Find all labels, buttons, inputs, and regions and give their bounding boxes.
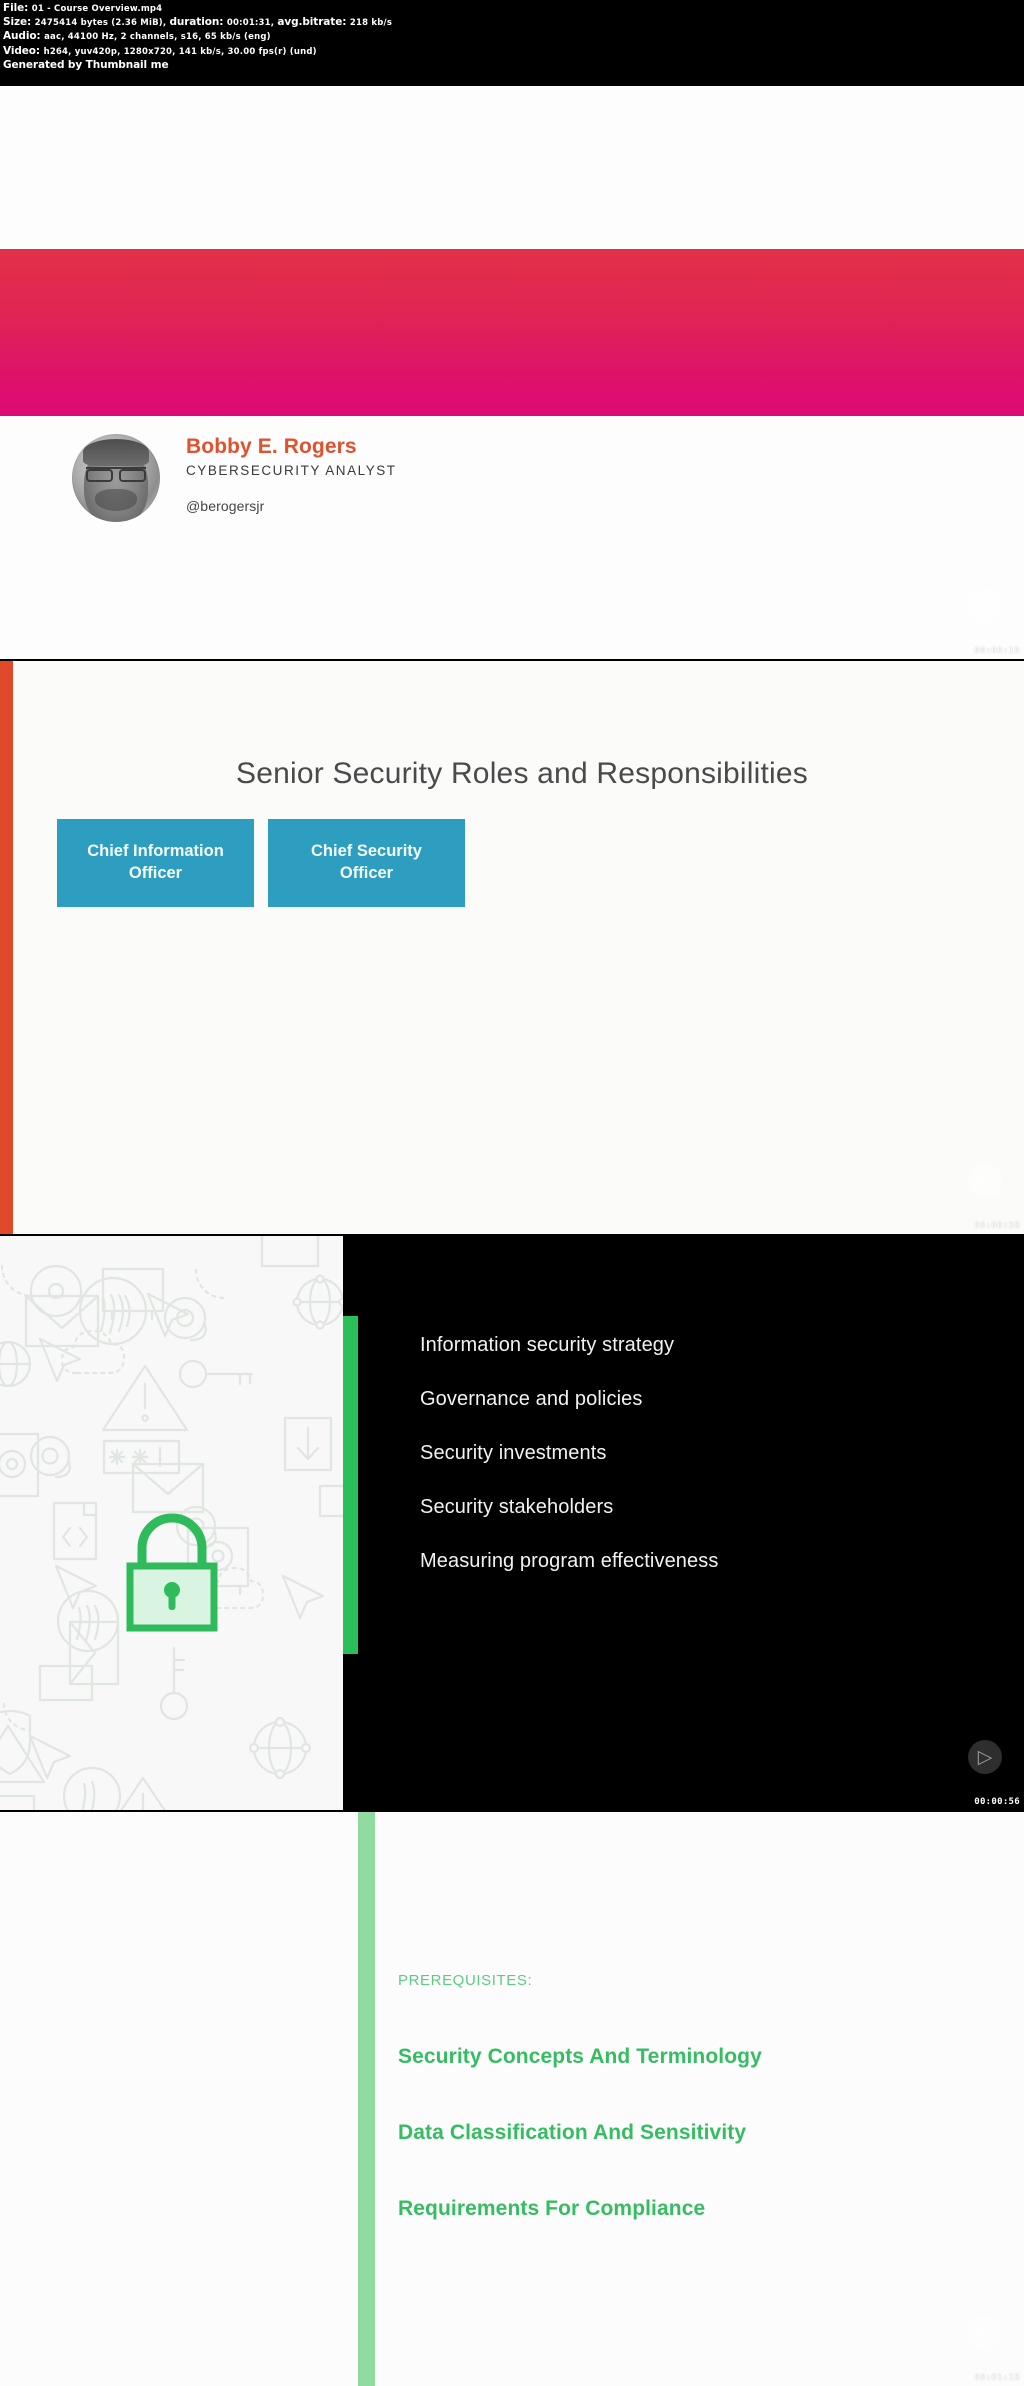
slide-title-card: Bobby E. Rogers CYBERSECURITY ANALYST @b…: [0, 86, 1024, 659]
code-file-icon: [52, 1501, 98, 1561]
list-item: Information security strategy: [420, 1334, 675, 1356]
size-value: 2475414 bytes (2.36 MiB),: [34, 18, 170, 29]
list-item: Data Classification And Sensitivity: [398, 2121, 747, 2145]
at-sign-icon: [163, 1296, 207, 1342]
slide-prerequisites: PREREQUISITES: Security Concepts And Ter…: [0, 1812, 1024, 2386]
metadata-line-audio: Audio: aac, 44100 Hz, 2 channels, s16, 6…: [3, 30, 1024, 44]
thumbnail-grid: Bobby E. Rogers CYBERSECURITY ANALYST @b…: [0, 84, 1024, 2386]
envelope-icon: [68, 1620, 120, 1686]
author-role: CYBERSECURITY ANALYST: [186, 463, 397, 479]
thumbnail-sheet: File: 01 - Course Overview.mp4 Size: 247…: [0, 0, 1024, 2386]
metadata-line-size: Size: 2475414 bytes (2.36 MiB), duration…: [3, 16, 1024, 30]
file-label: File:: [3, 2, 29, 14]
prerequisites-list: Security Concepts And Terminology Data C…: [398, 2044, 762, 2222]
disc-icon: [29, 1264, 83, 1318]
role-card-cio: Chief Information Officer: [57, 819, 254, 907]
author-name: Bobby E. Rogers: [186, 435, 357, 458]
slide-cio-duties: Information security strategy Governance…: [0, 1236, 1024, 1810]
safe-icon: [101, 1267, 165, 1321]
fingerprint-icon: [62, 1766, 122, 1810]
thumbnail-1[interactable]: Bobby E. Rogers CYBERSECURITY ANALYST @b…: [0, 84, 1024, 659]
list-item: Security investments: [420, 1442, 607, 1464]
metadata-line-file: File: 01 - Course Overview.mp4: [3, 2, 1024, 16]
play-button[interactable]: ▷: [968, 1740, 1002, 1774]
slide4-accent-bar: [358, 1812, 375, 2386]
bitrate-label: avg.bitrate:: [277, 16, 347, 29]
list-item: Measuring program effectiveness: [420, 1550, 719, 1572]
padlock-icon: [126, 1513, 218, 1632]
dotted-arc-icon: [0, 1264, 34, 1298]
slide2-accent-bar: [0, 661, 13, 1234]
slide2-title: Senior Security Roles and Responsibiliti…: [235, 757, 808, 790]
play-icon: ▷: [977, 1746, 993, 1768]
video-metadata-header: File: 01 - Course Overview.mp4 Size: 247…: [0, 0, 1024, 84]
password-field-icon: [318, 1484, 343, 1518]
audio-value: aac, 44100 Hz, 2 channels, s16, 65 kb/s …: [44, 32, 271, 43]
globe-icon: [292, 1274, 343, 1330]
cursor-icon: [281, 1574, 325, 1620]
cursor-icon: [54, 1564, 98, 1610]
key-icon: [178, 1359, 254, 1389]
play-button[interactable]: ▷: [968, 2316, 1002, 2350]
avatar: [72, 434, 160, 522]
timestamp: 00:01:15: [974, 2373, 1020, 2383]
play-button[interactable]: ▷: [968, 1164, 1002, 1198]
dotted-arc-icon: [194, 1268, 226, 1300]
slide3-bullet-list: Information security strategy Governance…: [420, 1332, 984, 1574]
file-name: 01 - Course Overview.mp4: [31, 4, 163, 14]
warning-icon: [101, 1364, 189, 1432]
slide2-card-row: Chief Information Officer Chief Security…: [57, 819, 465, 907]
slide3-accent-bar: [343, 1316, 358, 1654]
role-card-cso: Chief Security Officer: [268, 819, 465, 907]
bitrate-value: 218 kb/s: [349, 18, 393, 29]
cursor-icon: [28, 1734, 72, 1780]
author-card: Bobby E. Rogers CYBERSECURITY ANALYST @b…: [72, 434, 397, 522]
thumbnail-4[interactable]: PREREQUISITES: Security Concepts And Ter…: [0, 1810, 1024, 2386]
list-item: Security stakeholders: [420, 1496, 614, 1518]
globe-icon: [248, 1716, 312, 1780]
slide1-top-blank: [0, 86, 1024, 249]
avatar-hair: [82, 439, 150, 466]
envelope-icon: [24, 1294, 100, 1348]
list-item: Requirements For Compliance: [398, 2197, 706, 2221]
slide1-gradient-band: [0, 249, 1024, 416]
play-button[interactable]: ▷: [968, 589, 1002, 623]
network-icon: [0, 1340, 32, 1388]
thumbnail-3[interactable]: Information security strategy Governance…: [0, 1234, 1024, 1810]
prerequisites-label: PREREQUISITES:: [398, 1972, 533, 1989]
timestamp: 00:00:38: [974, 1221, 1020, 1231]
duration-label: duration:: [169, 16, 224, 29]
slide-senior-roles: Senior Security Roles and Responsibiliti…: [0, 661, 1024, 1234]
generator-line: Generated by Thumbnail me: [3, 58, 169, 71]
author-handle: @berogersjr: [186, 497, 265, 514]
timestamp: 00:00:56: [974, 1797, 1020, 1807]
download-icon: [283, 1416, 333, 1472]
avatar-glasses: [86, 466, 146, 483]
timestamp: 00:00:19: [974, 646, 1020, 656]
metadata-line-video: Video: h264, yuv420p, 1280x720, 141 kb/s…: [3, 45, 1024, 59]
author-text: Bobby E. Rogers CYBERSECURITY ANALYST @b…: [186, 434, 397, 514]
list-item: Governance and policies: [420, 1388, 643, 1410]
play-icon: ▷: [977, 595, 993, 617]
duration-value: 00:01:31,: [226, 18, 278, 29]
at-sign-icon: [29, 1435, 71, 1479]
video-value: h264, yuv420p, 1280x720, 141 kb/s, 30.00…: [43, 46, 317, 57]
audio-label: Audio:: [3, 30, 41, 43]
safe-icon: [0, 1794, 36, 1810]
play-icon: ▷: [977, 1170, 993, 1192]
security-icon-pattern: [0, 1236, 343, 1810]
key-icon: [159, 1646, 189, 1721]
size-label: Size:: [3, 16, 32, 29]
thumbnail-2[interactable]: Senior Security Roles and Responsibiliti…: [0, 659, 1024, 1234]
list-item: Security Concepts And Terminology: [398, 2045, 762, 2068]
play-icon: ▷: [977, 2322, 993, 2344]
shield-icon: [0, 1709, 32, 1776]
video-label: Video:: [3, 44, 40, 57]
browser-window-icon: [260, 1236, 320, 1268]
password-field-icon: [102, 1439, 181, 1475]
